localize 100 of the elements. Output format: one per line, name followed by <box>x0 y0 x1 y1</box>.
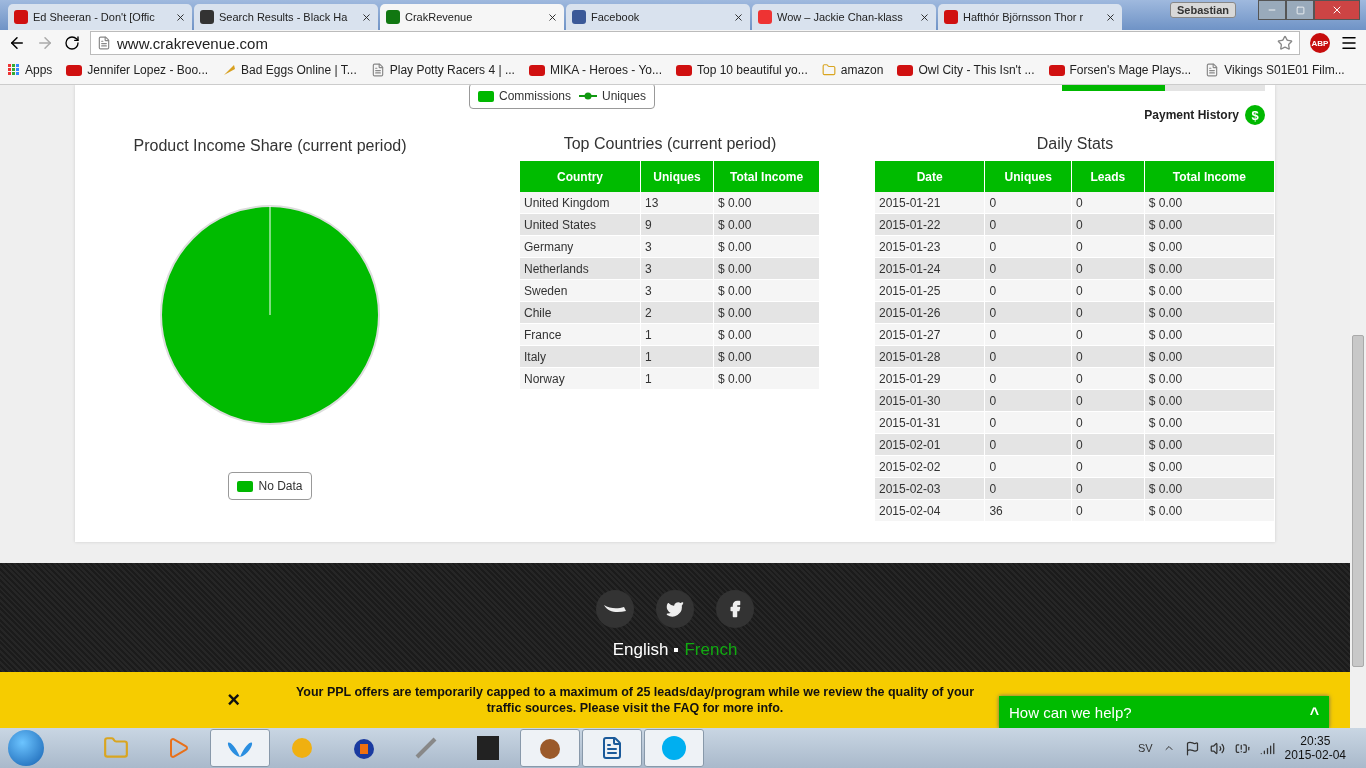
language-link[interactable]: French <box>684 640 738 660</box>
table-cell: $ 0.00 <box>1144 301 1275 324</box>
language-link[interactable]: English <box>612 640 669 660</box>
favicon-icon <box>14 10 28 24</box>
favicon-icon <box>758 10 772 24</box>
table-cell: 2015-01-27 <box>875 323 985 346</box>
table-cell: 2015-01-22 <box>875 213 985 236</box>
favicon-icon <box>386 10 400 24</box>
table-cell: 0 <box>1071 192 1145 214</box>
legend-line-icon <box>579 92 597 100</box>
browser-tab[interactable]: Hafthór Björnsson Thor r <box>938 4 1122 30</box>
table-cell: Sweden <box>520 279 641 302</box>
menu-icon[interactable] <box>1340 34 1358 52</box>
address-bar[interactable]: www.crakrevenue.com <box>90 31 1300 55</box>
taskbar-app[interactable] <box>520 729 580 767</box>
bookmark-link[interactable]: Apps <box>25 63 53 77</box>
maximize-button[interactable] <box>1286 0 1314 20</box>
bookmark-link[interactable]: Vikings S01E01 Film... <box>1224 63 1345 77</box>
document-icon <box>600 736 624 760</box>
table-cell: $ 0.00 <box>1144 433 1275 456</box>
payment-history-link[interactable]: Payment History <box>1144 108 1239 122</box>
table-cell: United States <box>520 213 641 236</box>
table-cell: $ 0.00 <box>1144 257 1275 280</box>
server-icon <box>476 735 500 761</box>
browser-tab[interactable]: CrakRevenue <box>380 4 564 30</box>
table-cell: Italy <box>520 345 641 368</box>
close-icon <box>1331 4 1343 16</box>
video-icon <box>66 64 83 76</box>
close-icon[interactable] <box>919 11 930 23</box>
signal-icon[interactable] <box>1259 740 1275 756</box>
back-icon[interactable] <box>8 34 26 52</box>
minimize-button[interactable] <box>1258 0 1286 20</box>
table-cell: $ 0.00 <box>1144 477 1275 500</box>
close-button[interactable]: × <box>0 687 270 713</box>
table-cell: Norway <box>520 367 641 390</box>
close-icon[interactable] <box>733 11 744 23</box>
volume-icon[interactable] <box>1209 740 1225 756</box>
table-cell: 2015-02-03 <box>875 477 985 500</box>
favicon-icon <box>944 10 958 24</box>
table-cell: 13 <box>640 192 714 214</box>
legend-label: Uniques <box>602 89 647 103</box>
folder-icon <box>103 735 129 761</box>
headphones-icon <box>351 736 377 760</box>
close-icon[interactable] <box>361 11 372 23</box>
page-icon <box>370 63 385 77</box>
browser-tab[interactable]: Ed Sheeran - Don't [Offic <box>8 4 192 30</box>
table-cell: 2015-02-04 <box>875 499 985 522</box>
table-cell: Chile <box>520 301 641 324</box>
table-cell: 2015-02-02 <box>875 455 985 478</box>
table-cell: 0 <box>984 192 1072 214</box>
close-icon[interactable] <box>1105 11 1116 23</box>
table-cell: 2015-01-23 <box>875 235 985 258</box>
table-cell: Netherlands <box>520 257 641 280</box>
flag-icon[interactable] <box>1184 740 1200 756</box>
folder-icon <box>821 63 836 77</box>
social-button[interactable] <box>656 590 694 628</box>
bookmark-link[interactable]: Play Potty Racers 4 | ... <box>389 63 515 77</box>
table-cell: $ 0.00 <box>1144 192 1275 214</box>
bookmark-link[interactable]: Owl City - This Isn't ... <box>918 63 1035 77</box>
chart-legend: No Data <box>228 472 312 500</box>
table-cell: 2015-01-26 <box>875 301 985 324</box>
bookmark-star-icon[interactable] <box>1277 35 1293 51</box>
maximize-icon <box>1295 5 1305 15</box>
browser-tab[interactable]: Wow – Jackie Chan-klass <box>752 4 936 30</box>
clock[interactable]: 20:35 2015-02-04 <box>1284 734 1346 762</box>
close-icon[interactable] <box>547 11 558 23</box>
browser-tab[interactable]: Facebook <box>566 4 750 30</box>
language-indicator[interactable]: SV <box>1137 742 1153 754</box>
bookmark-link[interactable]: MIKA - Heroes - Yo... <box>549 63 662 77</box>
notice-message: Your PPL offers are temporarily capped to a maximum of 25 leads/day/program while we review the quality of your traffic sources. Please visit the FAQ for more info. <box>294 684 976 716</box>
apps-grid-icon <box>8 64 20 76</box>
table-cell: United Kingdom <box>520 192 641 214</box>
taskbar-app[interactable] <box>582 729 642 767</box>
table-cell: 2015-01-24 <box>875 257 985 280</box>
browser-tab[interactable]: Search Results - Black Ha <box>194 4 378 30</box>
favicon-icon <box>200 10 214 24</box>
favicon-icon <box>572 10 586 24</box>
close-icon[interactable] <box>175 11 186 23</box>
bookmark-link[interactable]: Top 10 beautiful yo... <box>697 63 808 77</box>
twitter-icon <box>666 600 684 618</box>
adblock-button[interactable]: ABP <box>1310 33 1330 53</box>
page-icon <box>97 36 111 50</box>
table-cell: $ 0.00 <box>1144 411 1275 434</box>
bookmark-link[interactable]: Forsen's Mage Plays... <box>1069 63 1192 77</box>
video-icon <box>676 64 692 76</box>
social-button[interactable] <box>716 590 754 628</box>
table-cell: 2015-01-28 <box>875 345 985 368</box>
video-icon <box>528 64 545 76</box>
table-cell: $ 0.00 <box>1144 367 1275 390</box>
reload-icon[interactable] <box>64 35 80 51</box>
scrollbar-thumb[interactable] <box>1352 335 1364 667</box>
video-icon <box>1048 64 1065 76</box>
bookmark-link[interactable]: Jennifer Lopez - Boo... <box>87 63 209 77</box>
table-cell: 2015-01-30 <box>875 389 985 412</box>
start-button[interactable] <box>8 730 44 766</box>
profile-name[interactable]: Sebastian <box>1170 2 1236 18</box>
bookmark-link[interactable]: amazon <box>840 63 884 77</box>
social-button[interactable] <box>596 590 634 628</box>
bookmark-link[interactable]: Bad Eggs Online | T... <box>241 63 357 77</box>
table-cell: $ 0.00 <box>1144 345 1275 368</box>
